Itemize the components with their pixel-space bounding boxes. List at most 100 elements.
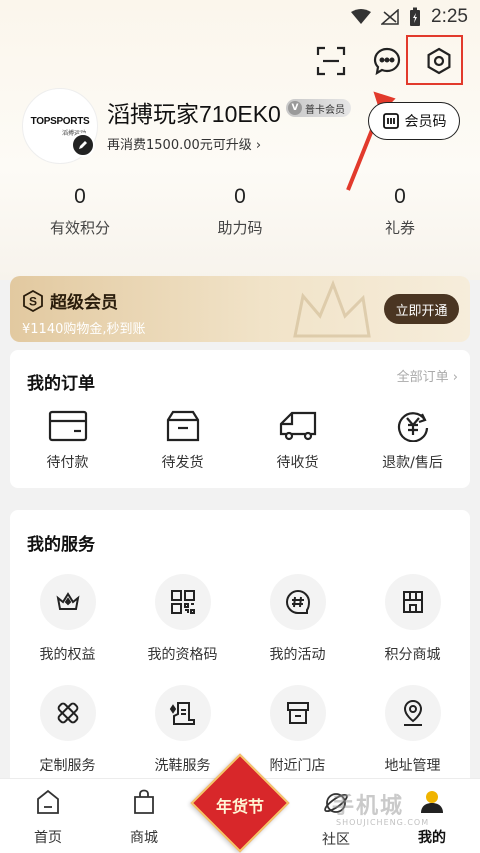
- order-refund[interactable]: 退款/售后: [355, 410, 470, 472]
- service-label: 我的权益: [39, 647, 96, 663]
- service-label: 定制服务: [39, 758, 96, 774]
- service-my-benefits[interactable]: 我的权益: [10, 574, 125, 664]
- stat-value: 0: [74, 185, 86, 208]
- order-pending-receipt[interactable]: 待收货: [240, 410, 355, 472]
- stat-label: 有效积分: [49, 219, 110, 237]
- open-now-button[interactable]: 立即开通: [384, 294, 459, 324]
- pencil-icon: [79, 141, 87, 149]
- store-icon: [286, 702, 309, 724]
- order-label: 退款/售后: [382, 455, 443, 471]
- stat-boost-code[interactable]: 0 助力码: [180, 185, 300, 238]
- order-pending-payment[interactable]: 待付款: [10, 410, 125, 472]
- home-icon: [37, 789, 59, 814]
- upgrade-hint-text: 再消费1500.00元可升级: [107, 138, 252, 153]
- order-label: 待收货: [276, 455, 319, 471]
- user-icon: [421, 791, 443, 813]
- stat-coupons[interactable]: 0 礼券: [340, 185, 460, 238]
- service-icon-bg: [39, 574, 96, 630]
- crown-icon: [56, 592, 79, 610]
- watermark-sub: SHOUJICHENG.COM: [336, 818, 430, 827]
- service-icon-bg: [384, 574, 441, 630]
- super-member-title-text: 超级会员: [50, 293, 118, 313]
- wifi-icon: [351, 9, 372, 24]
- truck-icon: [279, 411, 316, 441]
- level-badge-text: 普卡会员: [305, 104, 345, 116]
- location-icon: [403, 699, 422, 726]
- stat-label: 助力码: [217, 219, 263, 237]
- tab-label: 我的: [418, 830, 446, 846]
- service-label: 地址管理: [384, 758, 441, 774]
- service-label: 我的活动: [269, 647, 326, 663]
- service-icon-bg: [269, 574, 326, 630]
- message-button[interactable]: [366, 40, 408, 82]
- super-member-subtitle: ¥1140购物金,秒到账: [22, 322, 146, 337]
- service-icon-bg: [269, 685, 326, 741]
- all-orders-link[interactable]: 全部订单 ›: [397, 366, 458, 385]
- service-icon-bg: [154, 574, 211, 630]
- member-code-label: 会员码: [404, 114, 447, 130]
- service-icon-bg: [154, 685, 211, 741]
- order-pending-shipment[interactable]: 待发货: [125, 410, 240, 472]
- watermark-logo: 手机城: [332, 794, 405, 819]
- stat-value: 0: [394, 185, 406, 208]
- stat-label: 礼券: [384, 219, 415, 237]
- level-badge[interactable]: V 普卡会员: [286, 99, 351, 117]
- tab-home[interactable]: 首页: [0, 789, 96, 847]
- order-label: 待付款: [46, 455, 89, 471]
- service-points-mall[interactable]: 积分商城: [355, 574, 470, 664]
- service-label: 我的资格码: [147, 647, 218, 663]
- qrcode-icon: [170, 590, 195, 614]
- order-label: 待发货: [161, 455, 204, 471]
- s-badge-icon: S: [23, 289, 43, 312]
- battery-icon: [410, 7, 421, 26]
- message-icon: [373, 47, 401, 76]
- service-my-activities[interactable]: 我的活动: [240, 574, 355, 664]
- my-orders-title: 我的订单: [27, 374, 95, 394]
- scan-icon: [316, 46, 346, 76]
- service-shoe-wash[interactable]: 洗鞋服务: [125, 685, 240, 775]
- status-time: 2:25: [431, 6, 468, 27]
- stat-points[interactable]: 0 有效积分: [20, 185, 140, 238]
- wallet-icon: [48, 410, 87, 442]
- service-label: 积分商城: [384, 647, 441, 663]
- tab-label: 商城: [130, 830, 158, 846]
- my-services-title: 我的服务: [27, 535, 95, 555]
- service-nearby-stores[interactable]: 附近门店: [240, 685, 355, 775]
- shop-icon: [402, 591, 423, 613]
- service-qualification-code[interactable]: 我的资格码: [125, 574, 240, 664]
- signal-icon: [381, 9, 399, 25]
- my-services-card: 我的服务 我的权益 我的资格码 我的活动 积分商城 定制服务 洗鞋服务 附近门店…: [10, 510, 470, 778]
- tab-label: 社区: [322, 832, 350, 848]
- member-code-button[interactable]: 会员码: [368, 102, 460, 140]
- svg-text:S: S: [29, 294, 37, 308]
- my-orders-card: 我的订单 全部订单 › 待付款 待发货 待收货 退款/售后: [10, 350, 470, 488]
- scan-button[interactable]: [310, 40, 352, 82]
- bandage-icon: [57, 702, 78, 724]
- chevron-right-icon: ›: [255, 138, 262, 153]
- box-icon: [166, 410, 199, 442]
- username: 滔搏玩家710EK0: [107, 101, 281, 127]
- level-v-icon: V: [288, 101, 302, 115]
- tab-mall[interactable]: 商城: [96, 789, 192, 847]
- crown-watermark-icon: [293, 279, 371, 338]
- status-icons: 2:25: [351, 6, 468, 28]
- status-bar: 2:25: [0, 0, 480, 32]
- member-code-icon: [382, 113, 399, 129]
- stat-value: 0: [234, 185, 246, 208]
- service-icon-bg: [384, 685, 441, 741]
- shoe-wash-icon: [169, 702, 195, 725]
- edit-avatar-button[interactable]: [71, 133, 95, 157]
- service-customization[interactable]: 定制服务: [10, 685, 125, 775]
- super-member-title: S 超级会员: [22, 288, 118, 313]
- avatar-logo: TOPSPORTS: [30, 115, 90, 127]
- hashtag-icon: [285, 589, 310, 614]
- tab-label: 首页: [34, 830, 62, 846]
- super-member-banner[interactable]: S 超级会员 ¥1140购物金,秒到账 立即开通: [10, 276, 470, 342]
- upgrade-hint[interactable]: 再消费1500.00元可升级 ›: [107, 134, 261, 153]
- service-icon-bg: [39, 685, 96, 741]
- service-address-management[interactable]: 地址管理: [355, 685, 470, 775]
- bag-icon: [134, 789, 154, 814]
- festival-label: 年货节: [215, 797, 264, 816]
- refund-icon: [397, 412, 428, 443]
- settings-highlight-box: [406, 35, 463, 85]
